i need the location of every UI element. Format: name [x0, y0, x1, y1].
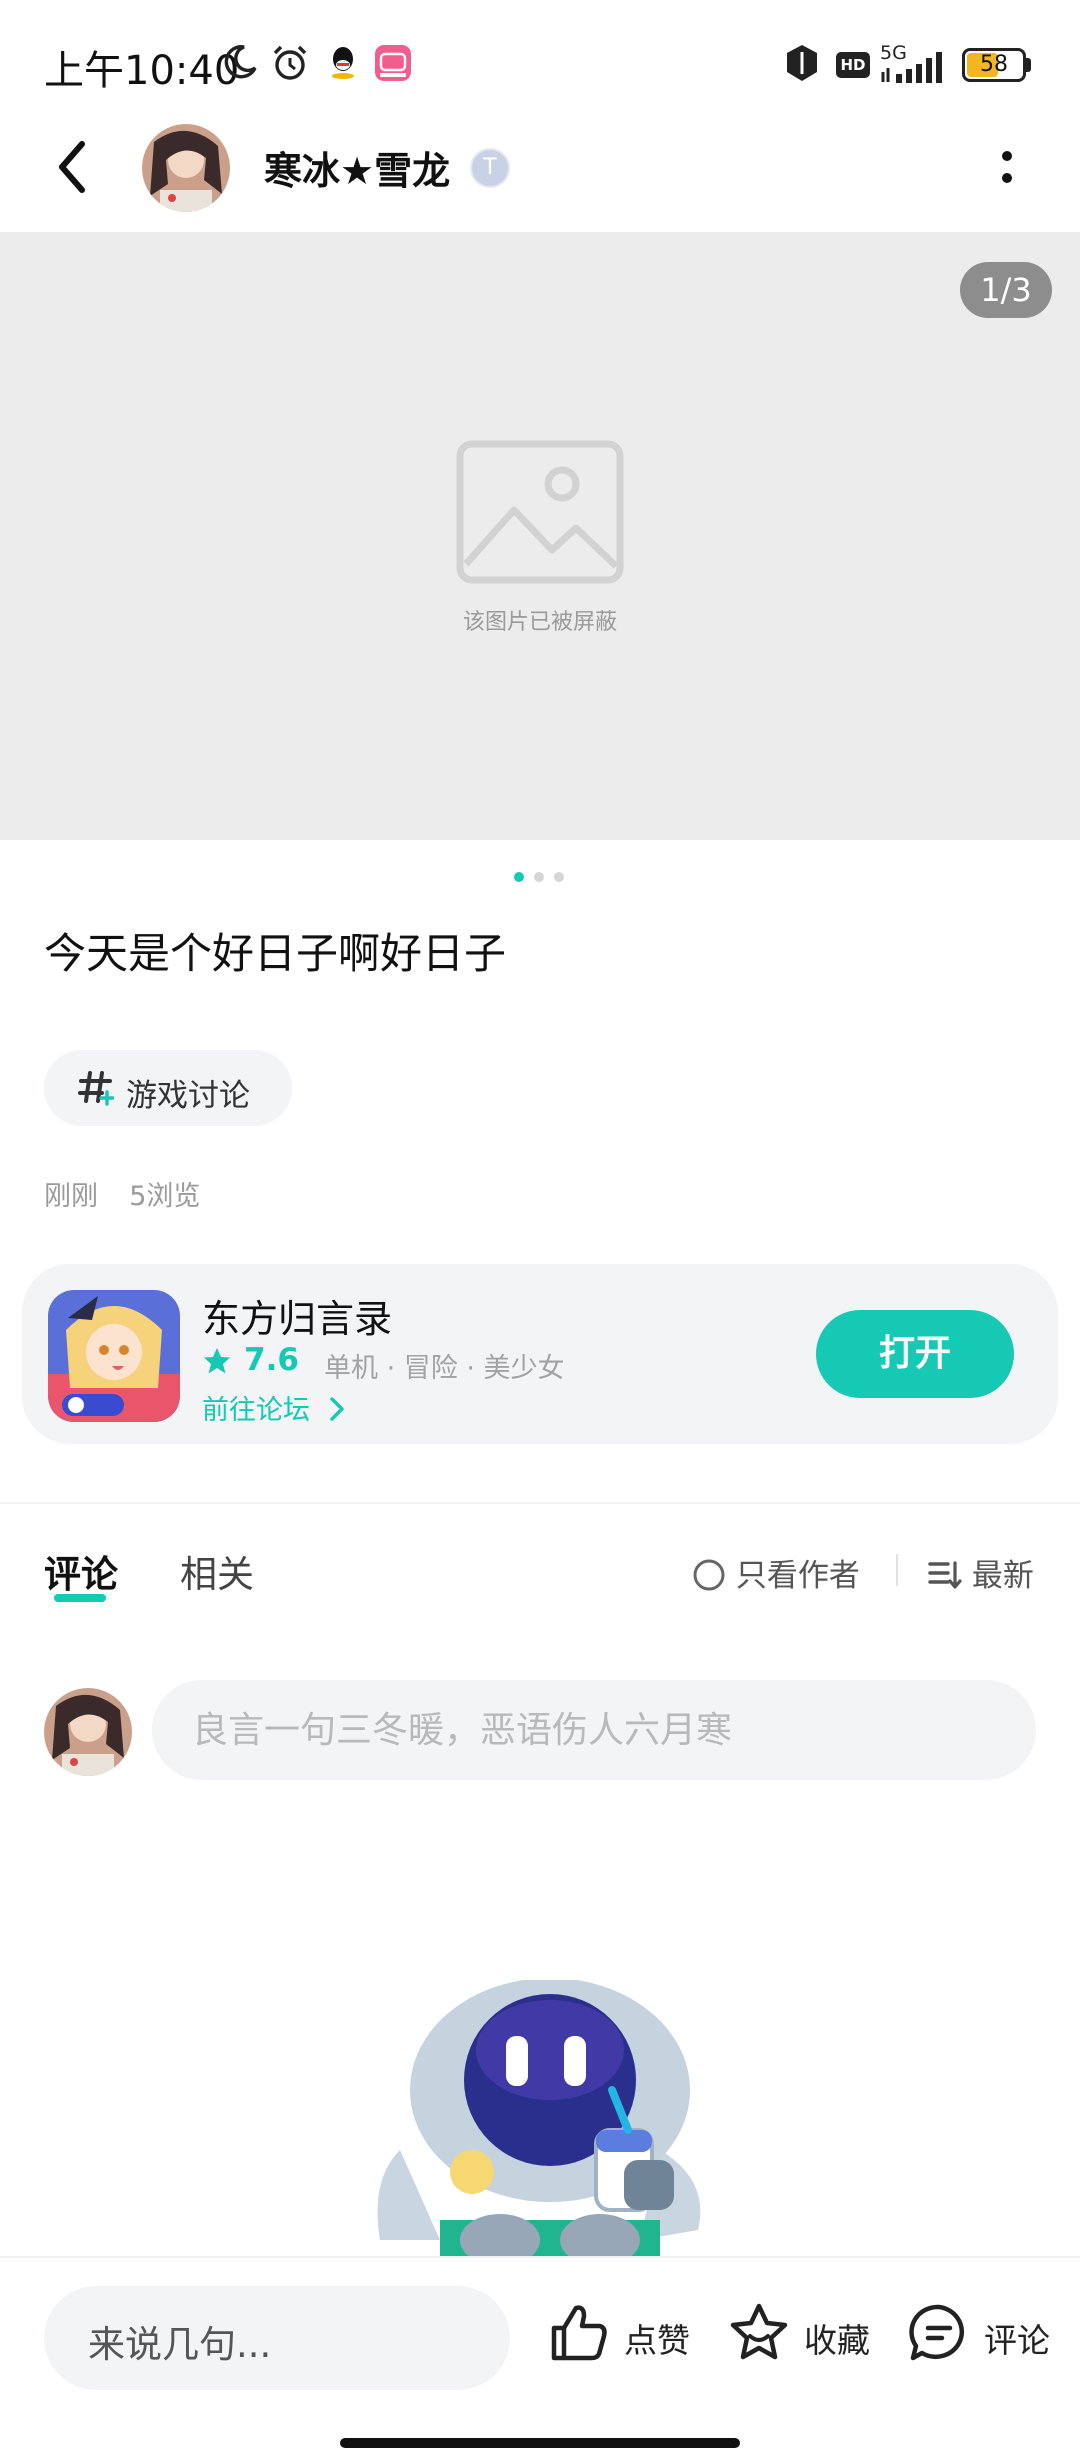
star-outline-icon: [730, 2303, 788, 2360]
topic-tag[interactable]: 游戏讨论: [44, 1050, 292, 1126]
moon-icon: [224, 45, 257, 79]
more-options-button[interactable]: [992, 138, 1022, 196]
level-badge: T: [470, 148, 510, 188]
post-title: 今天是个好日子啊好日子: [44, 929, 507, 978]
bottom-action-bar: 来说几句... 点赞 收藏 评论: [0, 2256, 1080, 2462]
image-placeholder-icon: [456, 440, 624, 584]
favorite-label: 收藏: [804, 2321, 870, 2360]
image-counter: 1/3: [960, 262, 1052, 318]
post-views: 5浏览: [129, 1181, 201, 1212]
topic-label: 游戏讨论: [126, 1078, 250, 1114]
thumbs-up-icon: [551, 2305, 607, 2361]
sort-label: 最新: [971, 1558, 1034, 1594]
favorite-button[interactable]: 收藏: [728, 2298, 878, 2368]
sort-button[interactable]: 最新: [928, 1550, 1034, 1595]
like-label: 点赞: [624, 2321, 690, 2360]
avatar-image: [44, 1688, 132, 1776]
page-dot: [514, 872, 524, 882]
game-icon-art: [48, 1290, 180, 1422]
sort-icon: [928, 1561, 962, 1589]
comment-button[interactable]: 评论: [908, 2298, 1058, 2368]
author-only-label: 只看作者: [735, 1558, 860, 1594]
game-tags: 单机 · 冒险 · 美少女: [324, 1353, 565, 1384]
section-divider: [0, 1502, 1080, 1504]
game-icon[interactable]: [48, 1290, 180, 1422]
alarm-icon: [273, 45, 307, 80]
empty-state-mascot: [377, 1980, 701, 2260]
battery-tip: [1026, 58, 1031, 72]
chevron-right-icon: [329, 1397, 344, 1421]
game-rating: 7.6: [244, 1342, 299, 1378]
open-game-button[interactable]: 打开: [816, 1310, 1014, 1398]
author-avatar[interactable]: [142, 124, 230, 212]
forum-link[interactable]: 前往论坛: [202, 1388, 347, 1427]
reply-input[interactable]: 来说几句...: [44, 2286, 510, 2390]
shield-icon: [787, 45, 817, 81]
like-button[interactable]: 点赞: [548, 2298, 698, 2368]
comment-input[interactable]: [152, 1680, 1036, 1780]
battery-icon: 58: [962, 48, 1026, 82]
tab-related[interactable]: 相关: [180, 1544, 254, 1598]
tab-comments[interactable]: 评论: [44, 1544, 118, 1598]
battery-level: 58: [980, 52, 1008, 77]
author-only-toggle[interactable]: 只看作者: [692, 1550, 860, 1595]
hd-icon: HD: [836, 52, 870, 78]
game-card[interactable]: 东方归言录 7.6 单机 · 冒险 · 美少女 前往论坛 打开: [22, 1264, 1058, 1444]
status-time: 上午10:40: [44, 48, 240, 94]
back-button[interactable]: [48, 134, 98, 200]
avatar-image: [142, 124, 230, 212]
bilibili-icon: [375, 45, 411, 81]
page-dot: [554, 872, 564, 882]
forum-link-label: 前往论坛: [202, 1395, 310, 1426]
post-time: 刚刚: [44, 1181, 98, 1212]
image-blocked-text: 该图片已被屏蔽: [462, 610, 617, 635]
user-avatar[interactable]: [44, 1688, 132, 1776]
filter-separator: [896, 1554, 898, 1586]
comment-label: 评论: [984, 2321, 1050, 2360]
star-icon: [204, 1348, 230, 1374]
hashtag-icon: [78, 1071, 114, 1106]
game-name[interactable]: 东方归言录: [202, 1288, 392, 1343]
post-image-carousel[interactable]: 1/3 该图片已被屏蔽: [0, 232, 1080, 840]
signal-icon: [881, 52, 942, 83]
post-meta: 刚刚 5浏览: [44, 1174, 200, 1213]
home-indicator[interactable]: [340, 2438, 740, 2448]
comment-bubble-icon: [909, 2304, 965, 2361]
radio-circle-icon: [693, 1559, 725, 1591]
tab-indicator: [54, 1594, 106, 1602]
qq-icon: [332, 47, 354, 79]
page-dot: [534, 872, 544, 882]
reply-placeholder: 来说几句...: [88, 2323, 272, 2366]
author-name[interactable]: 寒冰★雪龙: [264, 140, 450, 195]
